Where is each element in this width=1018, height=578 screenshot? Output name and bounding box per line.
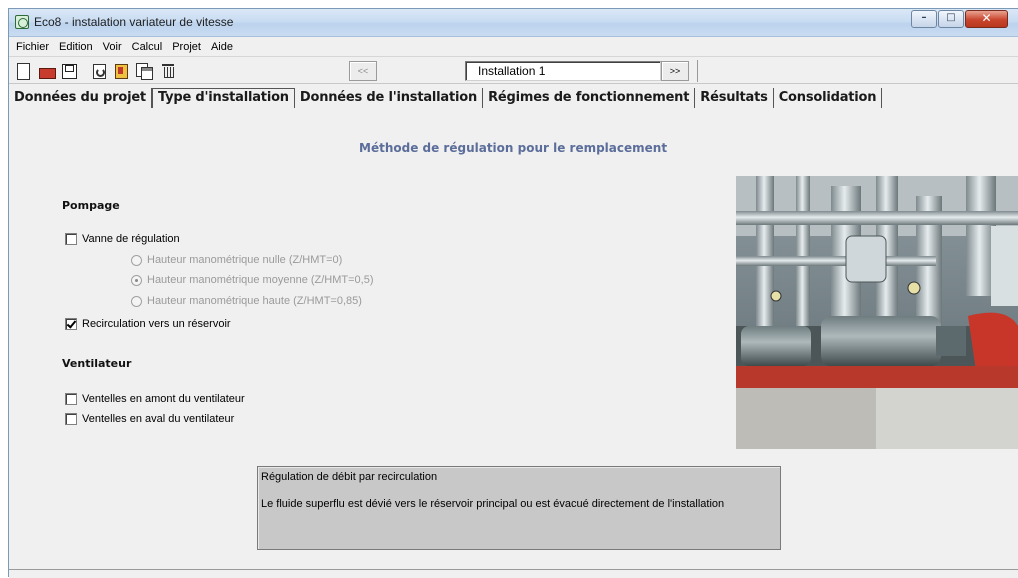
app-icon — [15, 15, 29, 29]
title-bar[interactable]: Eco8 - instalation variateur de vitesse … — [9, 9, 1018, 37]
menu-voir[interactable]: Voir — [98, 41, 127, 53]
close-button[interactable]: ✕ — [965, 10, 1008, 28]
vanne-regulation-checkbox[interactable] — [65, 233, 77, 245]
ventelles-aval-checkbox[interactable] — [65, 413, 77, 425]
radio-hmt-nulle[interactable]: Hauteur manométrique nulle (Z/HMT=0) — [131, 254, 342, 266]
toolbar-separator — [697, 60, 698, 82]
previous-installation-button[interactable]: << — [349, 61, 377, 81]
radio-hmt-nulle-button[interactable] — [131, 254, 142, 266]
tab-consolidation[interactable]: Consolidation — [774, 88, 883, 108]
recirculation-option[interactable]: Recirculation vers un réservoir — [65, 318, 231, 330]
menu-bar: Fichier Edition Voir Calcul Projet Aide — [9, 38, 1018, 57]
tab-donnees-projet[interactable]: Données du projet — [9, 88, 152, 108]
save-icon[interactable] — [61, 63, 77, 79]
window-controls: – □ ✕ — [910, 10, 1008, 28]
menu-calcul[interactable]: Calcul — [127, 41, 168, 53]
reload-icon[interactable] — [91, 63, 107, 79]
tools-icon[interactable] — [113, 63, 129, 79]
tab-resultats[interactable]: Résultats — [695, 88, 774, 108]
maximize-icon: □ — [946, 12, 956, 23]
next-installation-button[interactable]: >> — [661, 61, 689, 81]
vanne-regulation-option[interactable]: Vanne de régulation — [65, 233, 180, 245]
tab-donnees-installation[interactable]: Données de l'installation — [295, 88, 484, 108]
radio-hmt-nulle-label: Hauteur manométrique nulle (Z/HMT=0) — [147, 254, 343, 266]
tab-bar: Données du projet Type d'installation Do… — [9, 86, 1018, 108]
tab-content: Méthode de régulation pour le remplaceme… — [9, 108, 1018, 578]
toolbar: << Installation 1 >> — [9, 58, 1018, 84]
section-title: Méthode de régulation pour le remplaceme… — [359, 141, 668, 155]
radio-hmt-haute-label: Hauteur manométrique haute (Z/HMT=0,85) — [147, 295, 362, 307]
delete-icon[interactable] — [160, 63, 176, 79]
pump-installation-photo — [736, 176, 1018, 449]
radio-hmt-haute[interactable]: Hauteur manométrique haute (Z/HMT=0,85) — [131, 295, 362, 307]
recirculation-checkbox[interactable] — [65, 318, 77, 330]
ventelles-aval-label: Ventelles en aval du ventilateur — [82, 413, 235, 425]
menu-projet[interactable]: Projet — [167, 41, 206, 53]
tab-type-installation[interactable]: Type d'installation — [151, 88, 295, 108]
copy-icon[interactable] — [136, 63, 153, 80]
ventelles-amont-label: Ventelles en amont du ventilateur — [82, 393, 245, 405]
radio-hmt-moyenne-button[interactable] — [131, 274, 142, 286]
menu-fichier[interactable]: Fichier — [11, 41, 54, 53]
pompage-title: Pompage — [62, 199, 120, 212]
description-box: Régulation de débit par recirculation Le… — [257, 466, 781, 550]
maximize-button[interactable]: □ — [938, 10, 964, 28]
ventelles-amont-option[interactable]: Ventelles en amont du ventilateur — [65, 393, 245, 405]
installation-name-field[interactable]: Installation 1 — [465, 61, 661, 81]
radio-hmt-moyenne-label: Hauteur manométrique moyenne (Z/HMT=0,5) — [147, 274, 374, 286]
close-icon: ✕ — [981, 11, 992, 25]
new-document-icon[interactable] — [15, 63, 31, 80]
menu-edition[interactable]: Edition — [54, 41, 98, 53]
radio-hmt-moyenne[interactable]: Hauteur manométrique moyenne (Z/HMT=0,5) — [131, 274, 374, 286]
description-title: Régulation de débit par recirculation — [261, 471, 438, 483]
radio-hmt-haute-button[interactable] — [131, 295, 142, 307]
vanne-regulation-label: Vanne de régulation — [82, 233, 180, 245]
minimize-button[interactable]: – — [911, 10, 937, 28]
open-folder-icon[interactable] — [39, 63, 56, 79]
description-body: Le fluide superflu est dévié vers le rés… — [261, 498, 725, 510]
recirculation-label: Recirculation vers un réservoir — [82, 318, 231, 330]
menu-aide[interactable]: Aide — [206, 41, 238, 53]
window-title: Eco8 - instalation variateur de vitesse — [34, 15, 234, 29]
minimize-icon: – — [921, 12, 927, 23]
ventelles-amont-checkbox[interactable] — [65, 393, 77, 405]
app-window: Eco8 - instalation variateur de vitesse … — [8, 8, 1018, 578]
ventilateur-title: Ventilateur — [62, 357, 132, 370]
ventelles-aval-option[interactable]: Ventelles en aval du ventilateur — [65, 413, 234, 425]
tab-regimes-fonctionnement[interactable]: Régimes de fonctionnement — [483, 88, 696, 108]
